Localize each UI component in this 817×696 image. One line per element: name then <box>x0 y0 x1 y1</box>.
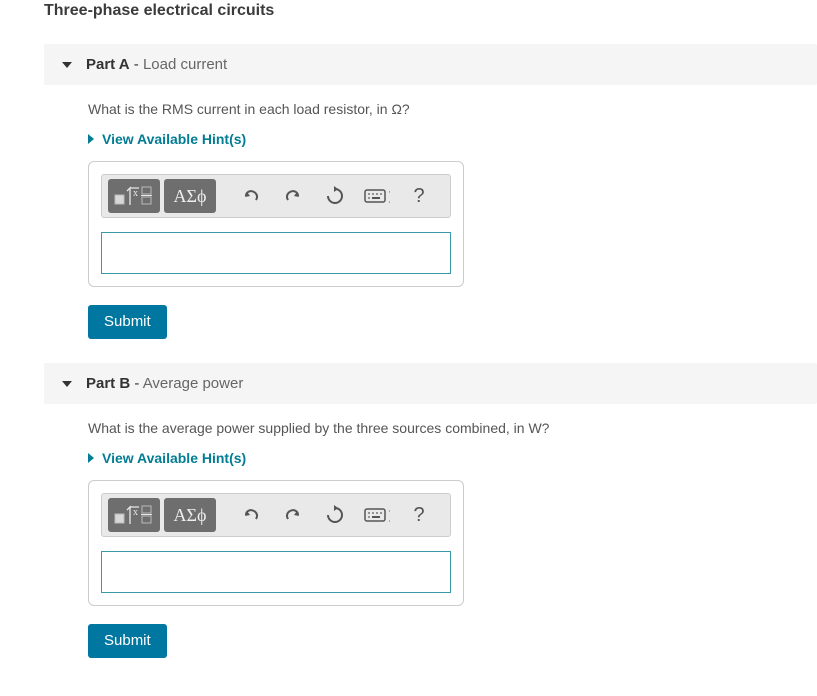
svg-text:]: ] <box>387 190 390 204</box>
redo-button[interactable] <box>274 179 312 213</box>
part-a-subtitle: Load current <box>143 56 227 73</box>
answer-input-a[interactable] <box>101 232 451 274</box>
answer-toolbar: x ΑΣϕ <box>101 174 451 218</box>
part-a-prompt: What is the RMS current in each load res… <box>88 101 817 117</box>
triangle-right-icon <box>88 134 94 144</box>
reset-button[interactable] <box>316 498 354 532</box>
answer-input-b[interactable] <box>101 551 451 593</box>
part-b-header[interactable]: Part B - Average power <box>44 363 817 404</box>
submit-button-b[interactable]: Submit <box>88 624 167 658</box>
chevron-down-icon <box>62 381 72 387</box>
keyboard-button[interactable]: ] <box>358 179 396 213</box>
view-hints-link[interactable]: View Available Hint(s) <box>88 131 817 147</box>
symbols-button[interactable]: ΑΣϕ <box>164 498 216 532</box>
part-a-header[interactable]: Part A - Load current <box>44 44 817 85</box>
templates-button[interactable]: x <box>108 498 160 532</box>
part-b-name: Part B <box>86 375 130 392</box>
dash: - <box>130 56 143 73</box>
part-b-body: What is the average power supplied by th… <box>44 420 817 658</box>
hints-label: View Available Hint(s) <box>102 131 246 147</box>
part-a-label: Part A - Load current <box>86 56 227 73</box>
part-b-prompt: What is the average power supplied by th… <box>88 420 817 436</box>
redo-button[interactable] <box>274 498 312 532</box>
part-a-body: What is the RMS current in each load res… <box>44 101 817 339</box>
undo-button[interactable] <box>232 498 270 532</box>
answer-panel-a: x ΑΣϕ <box>88 161 464 287</box>
page-title: Three-phase electrical circuits <box>44 2 817 20</box>
svg-text:x: x <box>133 188 138 199</box>
templates-button[interactable]: x <box>108 179 160 213</box>
svg-text:x: x <box>133 507 138 518</box>
part-b-subtitle: Average power <box>143 375 244 392</box>
triangle-right-icon <box>88 453 94 463</box>
svg-text:]: ] <box>387 509 390 523</box>
hints-label: View Available Hint(s) <box>102 450 246 466</box>
part-b-label: Part B - Average power <box>86 375 243 392</box>
dash: - <box>130 375 143 392</box>
symbols-button[interactable]: ΑΣϕ <box>164 179 216 213</box>
part-a-name: Part A <box>86 56 130 73</box>
reset-button[interactable] <box>316 179 354 213</box>
keyboard-button[interactable]: ] <box>358 498 396 532</box>
view-hints-link[interactable]: View Available Hint(s) <box>88 450 817 466</box>
submit-button-a[interactable]: Submit <box>88 305 167 339</box>
answer-panel-b: x ΑΣϕ <box>88 480 464 606</box>
answer-toolbar: x ΑΣϕ <box>101 493 451 537</box>
help-button[interactable]: ? <box>400 498 438 532</box>
undo-button[interactable] <box>232 179 270 213</box>
help-button[interactable]: ? <box>400 179 438 213</box>
chevron-down-icon <box>62 62 72 68</box>
